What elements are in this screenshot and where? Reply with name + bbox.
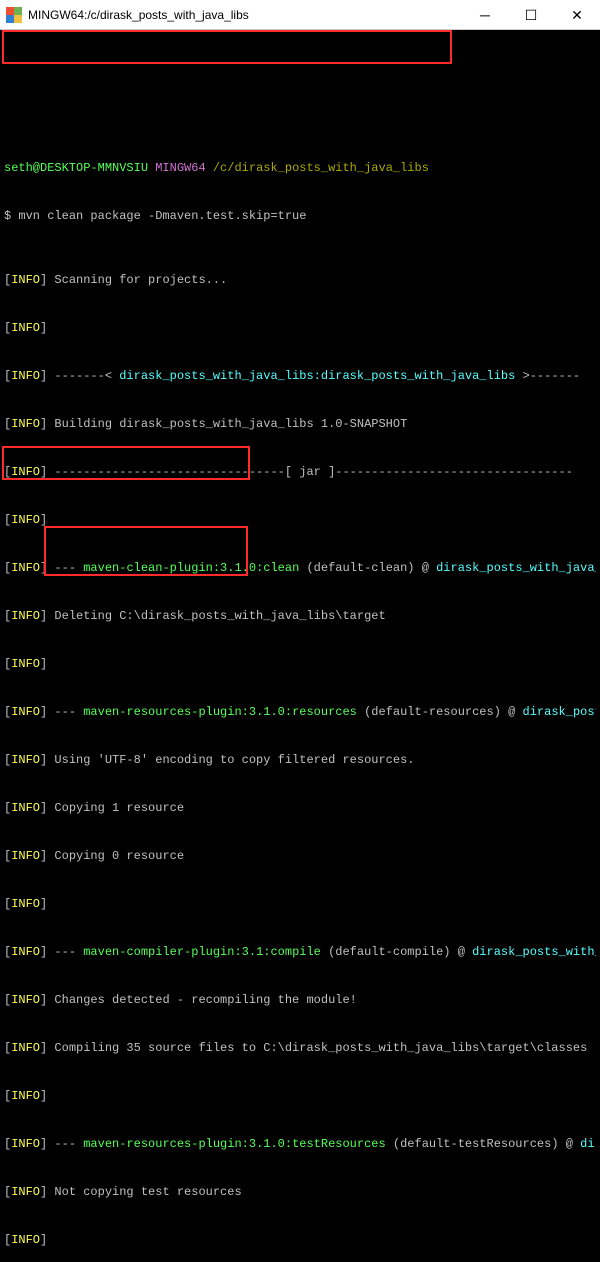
log-line: [INFO] Copying 0 resource — [4, 848, 596, 864]
maximize-button[interactable]: ☐ — [508, 0, 554, 30]
app-icon — [6, 7, 22, 23]
log-line: [INFO] Scanning for projects... — [4, 272, 596, 288]
prompt-line: seth@DESKTOP-MMNVSIU MINGW64 /c/dirask_p… — [4, 160, 596, 176]
log-line: [INFO] — [4, 1088, 596, 1104]
close-button[interactable]: ✕ — [554, 0, 600, 30]
log-line: [INFO] Changes detected - recompiling th… — [4, 992, 596, 1008]
log-line: [INFO] --- maven-resources-plugin:3.1.0:… — [4, 1136, 596, 1152]
log-line: [INFO] — [4, 896, 596, 912]
log-line: [INFO] --------------------------------[… — [4, 464, 596, 480]
log-line: [INFO] Not copying test resources — [4, 1184, 596, 1200]
log-line: [INFO] — [4, 1232, 596, 1248]
terminal-output[interactable]: seth@DESKTOP-MMNVSIU MINGW64 /c/dirask_p… — [0, 30, 600, 1262]
log-line: [INFO] --- maven-resources-plugin:3.1.0:… — [4, 704, 596, 720]
log-line: [INFO] --- maven-clean-plugin:3.1.0:clea… — [4, 560, 596, 576]
minimize-button[interactable]: ─ — [462, 0, 508, 30]
log-line: [INFO] -------< dirask_posts_with_java_l… — [4, 368, 596, 384]
log-line: [INFO] Deleting C:\dirask_posts_with_jav… — [4, 608, 596, 624]
log-line: [INFO] — [4, 656, 596, 672]
log-line: [INFO] Compiling 35 source files to C:\d… — [4, 1040, 596, 1056]
log-line: [INFO] Copying 1 resource — [4, 800, 596, 816]
highlight-command — [2, 30, 452, 64]
command-line: $ mvn clean package -Dmaven.test.skip=tr… — [4, 208, 596, 224]
window-title: MINGW64:/c/dirask_posts_with_java_libs — [28, 7, 462, 23]
log-line: [INFO] Using 'UTF-8' encoding to copy fi… — [4, 752, 596, 768]
log-line: [INFO] — [4, 512, 596, 528]
log-line: [INFO] --- maven-compiler-plugin:3.1:com… — [4, 944, 596, 960]
log-line: [INFO] — [4, 320, 596, 336]
title-bar: MINGW64:/c/dirask_posts_with_java_libs ─… — [0, 0, 600, 30]
log-line: [INFO] Building dirask_posts_with_java_l… — [4, 416, 596, 432]
